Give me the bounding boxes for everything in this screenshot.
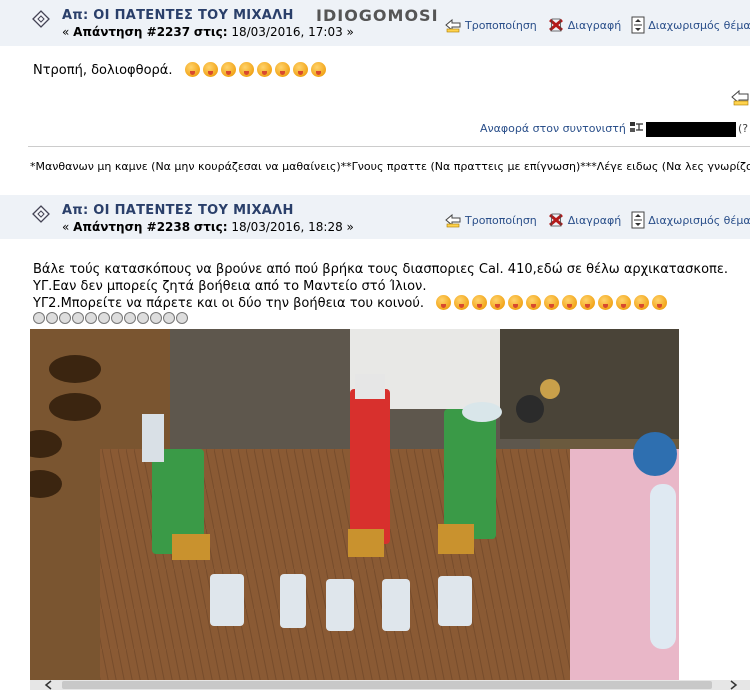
post-date: 18/03/2016, 18:28: [231, 220, 343, 234]
reply-suffix: »: [346, 25, 354, 39]
attached-photo[interactable]: [30, 329, 679, 683]
scroll-right-icon[interactable]: [728, 680, 738, 690]
post-text-line: ΥΓ.Εαν δεν μπορείς ζητά βοήθεια από το Μ…: [33, 279, 427, 294]
delete-button[interactable]: Διαγραφή: [547, 17, 621, 33]
report-row: Αναφορά στον συντονιστή (?: [480, 122, 748, 137]
post-2238: Απ: ΟΙ ΠΑΤΕΝΤΕΣ ΤΟΥ ΜΙΧΑΛΗ « Απάντηση #2…: [0, 195, 750, 690]
split-icon: [631, 211, 645, 229]
post-subject[interactable]: Απ: ΟΙ ΠΑΤΕΝΤΕΣ ΤΟΥ ΜΙΧΑΛΗ: [62, 203, 294, 218]
post-text-line: Ντροπή, δολιοφθορά.: [33, 63, 173, 78]
post-date: 18/03/2016, 17:03: [231, 25, 343, 39]
ip-icon: [630, 122, 643, 132]
tongue-emoticon-icon: [544, 295, 560, 310]
tongue-emoticon-icon: [310, 62, 326, 77]
small-smiley-icon: [137, 312, 149, 324]
tongue-emoticon-icon: [562, 295, 578, 310]
small-smiley-icon: [33, 312, 45, 324]
small-smiley-icon: [124, 312, 136, 324]
tongue-emoticon-icon: [292, 62, 308, 77]
tongue-emoticon-icon: [616, 295, 632, 310]
edit-button[interactable]: Τροποποίηση: [444, 212, 537, 228]
post-body: Ντροπή, δολιοφθορά.: [33, 62, 329, 79]
small-smiley-icon: [46, 312, 58, 324]
tongue-emoticon-icon: [472, 295, 488, 310]
scroll-left-icon[interactable]: [44, 680, 54, 690]
emoticon-row: [436, 295, 670, 311]
redacted-ip: [646, 122, 736, 137]
signature: *Μανθανων μη καμνε (Να μην κουράζεσαι να…: [30, 160, 750, 173]
tongue-emoticon-icon: [256, 62, 272, 77]
edit-icon: [445, 213, 461, 228]
delete-icon: [548, 213, 563, 227]
signature-separator: [28, 146, 750, 147]
small-smiley-icon: [111, 312, 123, 324]
emoticon-row: [184, 62, 329, 78]
post-meta: « Απάντηση #2237 στις: 18/03/2016, 17:03…: [62, 25, 354, 39]
edit-button[interactable]: Τροποποίηση: [444, 17, 537, 33]
small-emoticon-row: [33, 312, 728, 326]
split-icon: [631, 16, 645, 34]
ip-help[interactable]: (?: [738, 122, 748, 135]
post-icon: [32, 10, 50, 28]
horizontal-scrollbar[interactable]: [30, 680, 750, 690]
tongue-emoticon-icon: [454, 295, 470, 310]
delete-label: Διαγραφή: [567, 18, 622, 32]
reply-number[interactable]: Απάντηση #2238: [73, 220, 190, 234]
watermark: IDIOGOMOSI: [316, 6, 439, 25]
delete-label: Διαγραφή: [567, 213, 622, 227]
reply-prefix: «: [62, 25, 70, 39]
split-label: Διαχωρισμός θέματος: [648, 18, 750, 32]
post-meta: « Απάντηση #2238 στις: 18/03/2016, 18:28…: [62, 220, 354, 234]
edit-label: Τροποποίηση: [465, 18, 537, 32]
split-button[interactable]: Διαχωρισμός θέματος: [631, 211, 750, 229]
post-text-line: ΥΓ2.Μπορείτε να πάρετε και οι δύο την βο…: [33, 296, 425, 311]
tongue-emoticon-icon: [238, 62, 254, 77]
split-label: Διαχωρισμός θέματος: [648, 213, 750, 227]
reply-suffix: »: [346, 220, 354, 234]
post-icon: [32, 205, 50, 223]
tongue-emoticon-icon: [652, 295, 668, 310]
small-smiley-icon: [98, 312, 110, 324]
small-smiley-icon: [85, 312, 97, 324]
small-smiley-icon: [150, 312, 162, 324]
tongue-emoticon-icon: [436, 295, 452, 310]
small-smiley-icon: [163, 312, 175, 324]
post-text-line: Βάλε τούς κατασκόπους να βρούνε από πού …: [33, 262, 729, 277]
reply-number[interactable]: Απάντηση #2237: [73, 25, 190, 39]
post-actions: Τροποποίηση Διαγραφή Διαχωρισμός θέματος: [444, 16, 750, 34]
post-body: Βάλε τούς κατασκόπους να βρούνε από πού …: [33, 261, 728, 326]
tongue-emoticon-icon: [508, 295, 524, 310]
quote-icon[interactable]: [730, 88, 750, 106]
tongue-emoticon-icon: [490, 295, 506, 310]
edit-icon: [445, 18, 461, 33]
tongue-emoticon-icon: [184, 62, 200, 77]
report-to-moderator-link[interactable]: Αναφορά στον συντονιστή: [480, 122, 626, 135]
tongue-emoticon-icon: [220, 62, 236, 77]
post-subject[interactable]: Απ: ΟΙ ΠΑΤΕΝΤΕΣ ΤΟΥ ΜΙΧΑΛΗ: [62, 8, 294, 23]
reply-prefix: «: [62, 220, 70, 234]
delete-icon: [548, 18, 563, 32]
post-actions: Τροποποίηση Διαγραφή Διαχωρισμός θέματος: [444, 211, 750, 229]
small-smiley-icon: [59, 312, 71, 324]
tongue-emoticon-icon: [526, 295, 542, 310]
tongue-emoticon-icon: [202, 62, 218, 77]
post-text-line-with-emoticons: ΥΓ2.Μπορείτε να πάρετε και οι δύο την βο…: [33, 295, 728, 312]
split-button[interactable]: Διαχωρισμός θέματος: [631, 16, 750, 34]
post-header: Απ: ΟΙ ΠΑΤΕΝΤΕΣ ΤΟΥ ΜΙΧΑΛΗ « Απάντηση #2…: [0, 195, 750, 239]
tongue-emoticon-icon: [274, 62, 290, 77]
delete-button[interactable]: Διαγραφή: [547, 212, 621, 228]
tongue-emoticon-icon: [634, 295, 650, 310]
small-smiley-icon: [176, 312, 188, 324]
post-2237: Απ: ΟΙ ΠΑΤΕΝΤΕΣ ΤΟΥ ΜΙΧΑΛΗ IDIOGOMOSI « …: [0, 0, 750, 192]
tongue-emoticon-icon: [598, 295, 614, 310]
scrollbar-thumb[interactable]: [62, 681, 712, 689]
on-label: στις:: [193, 220, 228, 234]
tongue-emoticon-icon: [580, 295, 596, 310]
on-label: στις:: [193, 25, 228, 39]
edit-label: Τροποποίηση: [465, 213, 537, 227]
post-header: Απ: ΟΙ ΠΑΤΕΝΤΕΣ ΤΟΥ ΜΙΧΑΛΗ IDIOGOMOSI « …: [0, 0, 750, 46]
small-smiley-icon: [72, 312, 84, 324]
